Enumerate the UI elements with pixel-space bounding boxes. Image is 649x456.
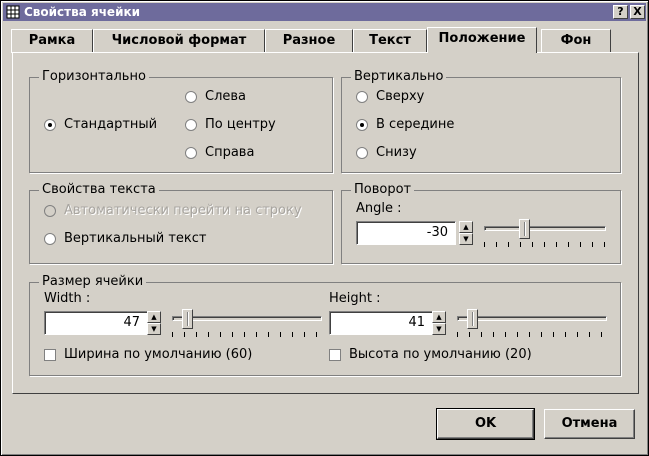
width-slider-thumb[interactable] [182, 309, 193, 329]
tab-panel-position: Горизонтально Стандартный Слева По центр… [12, 52, 639, 394]
spin-down-icon[interactable]: ▼ [459, 233, 473, 245]
spin-down-icon[interactable]: ▼ [432, 323, 446, 335]
horizontal-group: Горизонтально Стандартный Слева По центр… [29, 69, 333, 173]
tab-label: Рамка [28, 33, 76, 48]
ok-button[interactable]: OK [436, 408, 535, 440]
cell-size-group: Размер ячейки Width : 47 ▲ ▼ Ширина по у… [29, 274, 621, 376]
angle-input[interactable]: -30 [356, 221, 456, 245]
radio-label: Вертикальный текст [64, 231, 207, 246]
width-spinner[interactable]: ▲ ▼ [147, 311, 161, 335]
tab-label: Разное [282, 33, 336, 48]
angle-label: Angle : [356, 201, 402, 216]
tab-misc[interactable]: Разное [265, 29, 353, 53]
radio-label: В середине [376, 117, 455, 132]
height-slider-thumb[interactable] [467, 309, 478, 329]
angle-spinner[interactable]: ▲ ▼ [459, 221, 473, 245]
tab-text[interactable]: Текст [353, 29, 427, 53]
radio-indicator [356, 119, 368, 131]
tab-number-format[interactable]: Числовой формат [93, 29, 265, 53]
spin-up-icon[interactable]: ▲ [459, 221, 473, 233]
radio-indicator [185, 91, 197, 103]
help-button[interactable]: ? [613, 5, 628, 19]
title-bar[interactable]: Свойства ячейки ? X [3, 3, 646, 21]
spin-up-icon[interactable]: ▲ [432, 311, 446, 323]
horizontal-group-title: Горизонтально [39, 69, 149, 85]
spin-down-icon[interactable]: ▼ [147, 323, 161, 335]
width-slider-ticks [172, 332, 322, 337]
radio-label: Слева [205, 89, 247, 104]
height-slider-track[interactable] [457, 316, 607, 321]
window-title: Свойства ячейки [24, 5, 141, 19]
rotation-group: Поворот Angle : -30 ▲ ▼ [341, 182, 621, 264]
checkbox-label: Ширина по умолчанию (60) [64, 347, 253, 362]
width-slider-track[interactable] [172, 316, 322, 321]
angle-slider-ticks [484, 242, 606, 247]
checkbox-indicator [44, 349, 56, 361]
dialog-window: Свойства ячейки ? X Рамка Числовой форма… [0, 0, 649, 456]
radio-indicator [44, 119, 56, 131]
radio-label: Снизу [376, 145, 417, 160]
vertical-group-title: Вертикально [351, 69, 447, 85]
radio-indicator [44, 233, 56, 245]
height-slider-ticks [457, 332, 607, 337]
vertical-group: Вертикально Сверху В середине Снизу [341, 69, 621, 173]
radio-label: Сверху [376, 89, 425, 104]
angle-slider-track[interactable] [484, 226, 606, 231]
radio-label: Стандартный [64, 117, 158, 132]
tab-border[interactable]: Рамка [11, 29, 93, 53]
checkbox-indicator [329, 349, 341, 361]
spreadsheet-icon [6, 5, 20, 19]
tab-label: Числовой формат [111, 33, 247, 48]
width-label: Width : [44, 291, 91, 306]
width-input[interactable]: 47 [44, 311, 148, 335]
radio-indicator [185, 147, 197, 159]
height-input[interactable]: 41 [329, 311, 433, 335]
radio-indicator [44, 205, 56, 217]
angle-slider-thumb[interactable] [519, 219, 530, 239]
radio-indicator [185, 119, 197, 131]
close-button[interactable]: X [630, 5, 645, 19]
radio-label: По центру [205, 117, 276, 132]
tab-label: Текст [369, 33, 411, 48]
tab-label: Фон [560, 33, 592, 48]
text-properties-group: Свойства текста Автоматически перейти на… [29, 182, 333, 264]
cell-size-title: Размер ячейки [39, 274, 147, 290]
cancel-button[interactable]: Отмена [544, 409, 635, 439]
tab-position[interactable]: Положение [427, 27, 537, 53]
tab-label: Положение [438, 31, 526, 46]
radio-label: Справа [205, 145, 255, 160]
spin-up-icon[interactable]: ▲ [147, 311, 161, 323]
rotation-title: Поворот [351, 182, 415, 198]
radio-label: Автоматически перейти на строку [64, 203, 302, 218]
text-properties-title: Свойства текста [39, 182, 159, 198]
radio-indicator [356, 91, 368, 103]
tab-background[interactable]: Фон [541, 29, 611, 53]
radio-indicator [356, 147, 368, 159]
height-label: Height : [329, 291, 381, 306]
height-spinner[interactable]: ▲ ▼ [432, 311, 446, 335]
checkbox-label: Высота по умолчанию (20) [349, 347, 532, 362]
